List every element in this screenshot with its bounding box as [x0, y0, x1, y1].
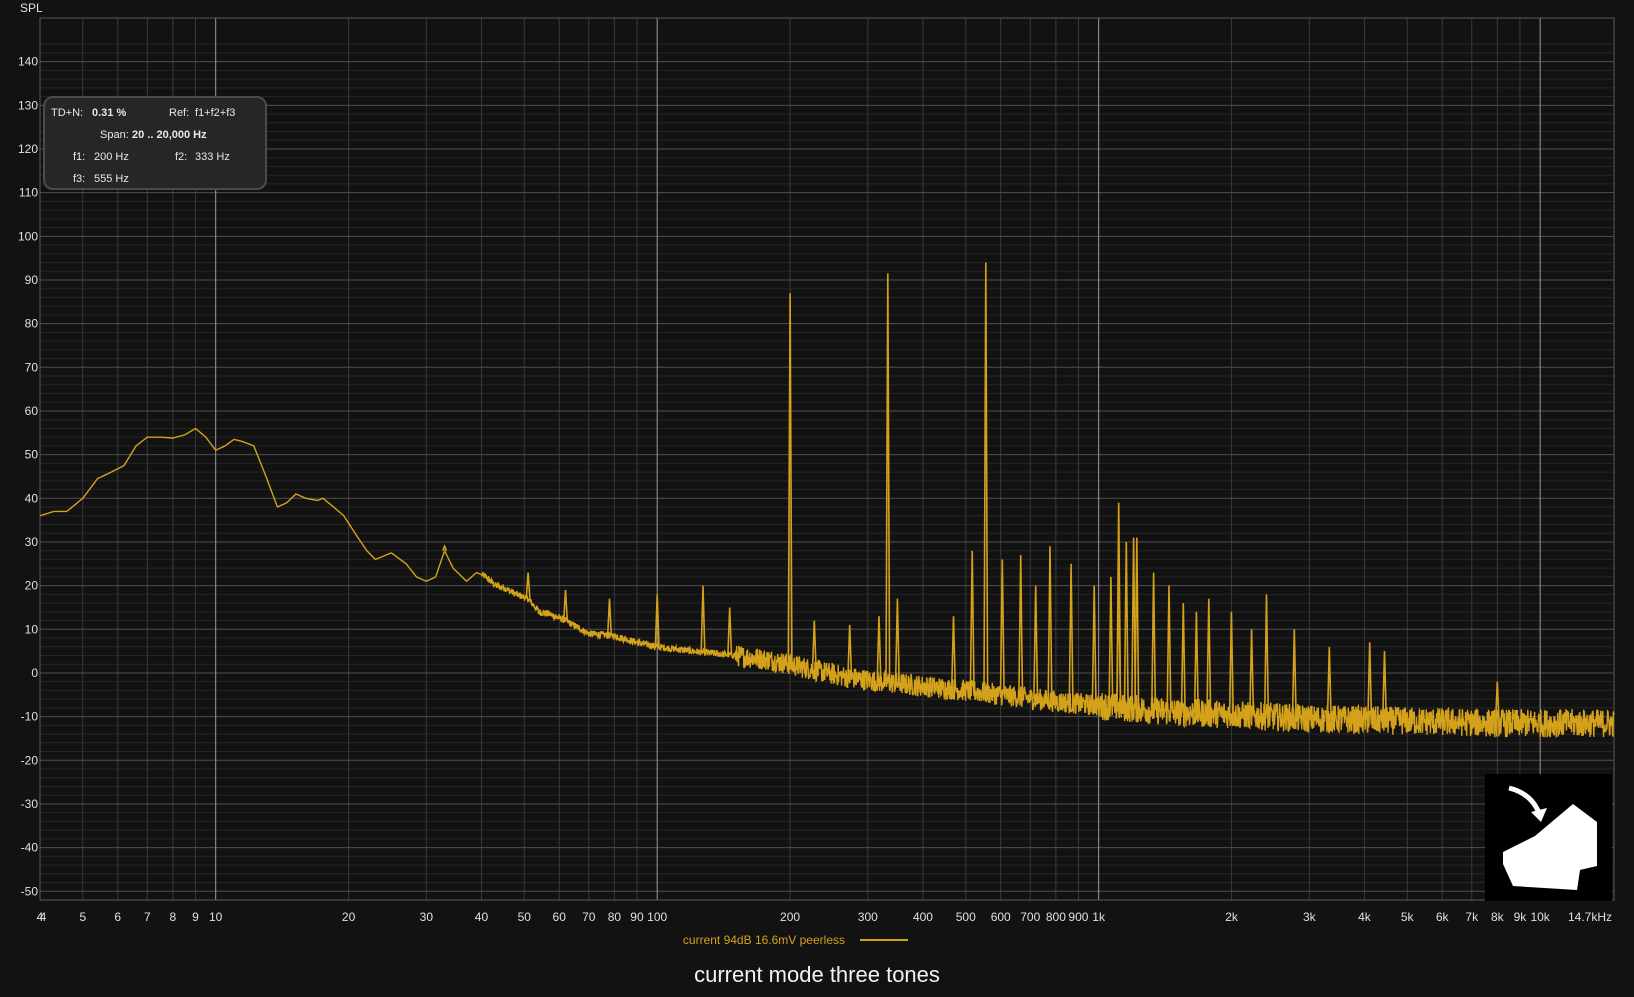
x-tick-label: 6 [114, 910, 121, 924]
peak-mark [1291, 629, 1297, 719]
f3-label: f3: [73, 173, 86, 185]
ref-label: Ref: [169, 107, 190, 119]
y-tick-label: 20 [25, 579, 39, 593]
y-tick-label: 50 [25, 448, 39, 462]
x-tick-labels: 44 5 6 7 8 9 10 20 30 40 50 60 70 80 90 100 200 300 400 500… [37, 910, 1612, 924]
x-tick-label: 5k [1401, 910, 1415, 924]
peak-mark [700, 585, 706, 653]
thdn-label: TD+N: [51, 107, 84, 119]
x-tick-label: 8k [1491, 910, 1505, 924]
major-gridlines [40, 18, 1614, 900]
peak-mark [1180, 603, 1186, 713]
x-tick-label: 9k [1514, 910, 1528, 924]
peak-mark [1206, 598, 1212, 714]
x-tick-label: 7 [144, 910, 151, 924]
x-tick-label: 40 [475, 910, 489, 924]
y-tick-label: 10 [25, 622, 39, 636]
peak-mark [1131, 537, 1137, 709]
y-tick-label: 120 [18, 142, 38, 156]
x-tick-label: 30 [420, 910, 434, 924]
x-tick-label: 500 [956, 910, 976, 924]
y-tick-label: 100 [18, 229, 38, 243]
peak-mark [1108, 576, 1114, 707]
plot-frame [39, 17, 1615, 901]
x-tick-label: 7k [1465, 910, 1479, 924]
x-tick-label: 14.7kHz [1568, 910, 1612, 924]
x-tick-label: 6k [1436, 910, 1450, 924]
measurement-info-box: TD+N: 0.31 % Ref: f1+f2+f3 Span: 20 .. 2… [43, 96, 267, 190]
legend-label: current 94dB 16.6mV peerless [683, 933, 845, 947]
peak-mark [727, 607, 733, 656]
y-tick-label: 30 [25, 535, 39, 549]
x-tick-label: 80 [608, 910, 622, 924]
y-tick-label: -40 [21, 841, 39, 855]
peak-mark [1193, 611, 1199, 714]
y-axis-label: SPL [20, 1, 43, 15]
span-label: Span: [100, 129, 129, 141]
peak-mark [876, 616, 882, 682]
x-tick-label: 10k [1530, 910, 1550, 924]
legend: current 94dB 16.6mV peerless [683, 933, 908, 947]
ref-value: f1+f2+f3 [195, 107, 236, 119]
peak-mark [1123, 541, 1129, 709]
peak-mark [1166, 585, 1172, 712]
x-tick-label: 10 [209, 910, 223, 924]
x-tick-label: 400 [913, 910, 933, 924]
span-value: 20 .. 20,000 Hz [132, 129, 207, 141]
f2-label: f2: [175, 151, 188, 163]
x-tick-label: 700 [1020, 910, 1040, 924]
f1-label: f1: [73, 151, 86, 163]
y-tick-label: 70 [25, 360, 39, 374]
x-tick-label: 4k [1358, 910, 1372, 924]
peak-mark [606, 598, 613, 636]
x-tick-label: 100 [647, 910, 667, 924]
series-line [39, 427, 1615, 738]
x-tick-label: 60 [553, 910, 567, 924]
x-tick-label: 300 [858, 910, 878, 924]
x-tick-label: 2k [1225, 910, 1239, 924]
f3-value: 555 Hz [94, 173, 129, 185]
y-tick-label: 130 [18, 98, 38, 112]
x-tick-label: 3k [1303, 910, 1317, 924]
minor-gridlines [39, 18, 1614, 900]
f2-value: 333 Hz [195, 151, 230, 163]
y-tick-label: 140 [18, 55, 38, 69]
x-tick-label: 90 [630, 910, 644, 924]
x-tick-label: 600 [991, 910, 1011, 924]
x-tick-label: 8 [170, 910, 177, 924]
x-tick-label: 70 [582, 910, 596, 924]
y-tick-label: -30 [21, 797, 39, 811]
y-tick-label: -20 [21, 753, 39, 767]
peak-mark [1047, 546, 1053, 701]
peak-mark [847, 624, 853, 678]
y-tick-label: 60 [25, 404, 39, 418]
x-tick-label: 1k [1092, 910, 1106, 924]
x-tick-label: 4 [37, 910, 44, 924]
x-tick-label: 200 [780, 910, 800, 924]
peak-mark [1249, 629, 1255, 716]
y-tick-label: 0 [31, 666, 38, 680]
y-tick-label: 90 [25, 273, 39, 287]
y-tick-label: 80 [25, 317, 39, 331]
x-tick-label: 900 [1068, 910, 1088, 924]
peak-mark [950, 616, 957, 690]
thdn-value: 0.31 % [92, 107, 127, 119]
y-tick-label: -50 [21, 884, 39, 898]
y-tick-label: -10 [21, 710, 39, 724]
peak-mark [885, 273, 891, 683]
trace-layer [39, 262, 1615, 738]
y-tick-label: 110 [19, 186, 38, 200]
house-with-arrow-icon [1485, 774, 1612, 901]
f1-value: 200 Hz [94, 151, 129, 163]
y-tick-labels: 1401301201101009080706050403020100-10-20… [18, 55, 38, 899]
x-tick-label: 50 [518, 910, 532, 924]
chart-caption: current mode three tones [694, 962, 940, 987]
y-tick-label: 40 [25, 491, 39, 505]
peak-mark [983, 262, 989, 693]
x-tick-label: 9 [192, 910, 199, 924]
x-tick-label: 800 [1046, 910, 1066, 924]
peak-mark [1151, 572, 1157, 711]
x-tick-label: 5 [79, 910, 86, 924]
x-tick-label: 20 [342, 910, 356, 924]
